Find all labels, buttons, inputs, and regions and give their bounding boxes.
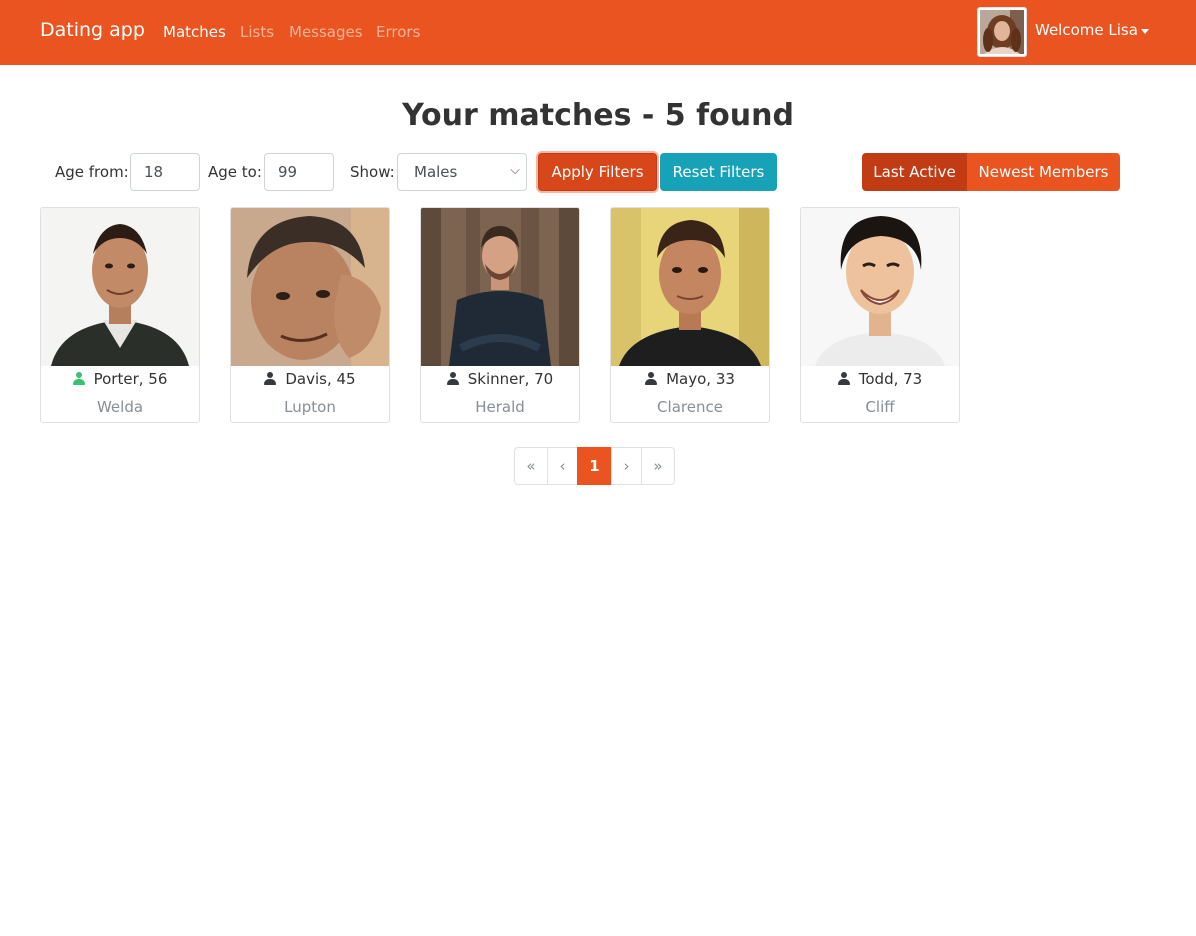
member-card[interactable]: Skinner, 70 Herald [420,207,580,423]
brand-link[interactable]: Dating app [40,19,145,41]
gender-select-value: Males [414,163,458,181]
pagination-page-1[interactable]: 1 [577,447,612,485]
page-title: Your matches - 5 found [402,98,794,133]
member-card[interactable]: Todd, 73 Cliff [800,207,960,423]
pagination-last-button[interactable]: » [641,447,675,485]
user-avatar[interactable] [977,7,1027,57]
member-name: Davis, 45 [231,370,389,388]
member-city: Herald [475,398,525,416]
member-name-text: Porter, 56 [93,370,168,388]
user-icon-online [72,372,85,385]
member-city: Lupton [284,398,336,416]
member-name-text: Todd, 73 [858,370,923,388]
age-from-input[interactable]: 18 [130,153,200,191]
pagination-next-button[interactable]: › [611,447,642,485]
member-name: Todd, 73 [801,370,959,388]
member-city: Welda [96,398,144,416]
avatar-photo [980,10,1024,54]
member-city: Clarence [657,398,723,416]
nav-link-lists[interactable]: Lists [240,23,274,41]
member-name-text: Mayo, 33 [666,370,735,388]
welcome-dropdown[interactable]: Welcome Lisa [1035,21,1138,39]
member-name: Porter, 56 [41,370,199,388]
member-name: Skinner, 70 [421,370,579,388]
user-icon [645,372,658,385]
member-name: Mayo, 33 [611,370,769,388]
age-to-input[interactable]: 99 [264,153,334,191]
member-name-text: Davis, 45 [285,370,356,388]
user-icon [446,372,459,385]
dropdown-caret-icon[interactable] [1141,29,1149,34]
member-city: Cliff [865,398,895,416]
apply-filters-button[interactable]: Apply Filters [538,153,657,191]
sort-newest-members-button[interactable]: Newest Members [967,153,1120,191]
age-from-label: Age from: [55,163,129,181]
member-photo [801,208,959,366]
nav-link-errors[interactable]: Errors [376,23,420,41]
nav-link-messages[interactable]: Messages [289,23,363,41]
member-photo [41,208,199,366]
member-photo [421,208,579,366]
gender-select[interactable]: Males ⌵ [397,153,527,191]
sort-button-group: Last Active Newest Members [862,153,1120,191]
pagination-first-button[interactable]: « [514,447,548,485]
member-photo [611,208,769,366]
member-card[interactable]: Davis, 45 Lupton [230,207,390,423]
pagination: « ‹ 1 › » [514,447,675,485]
pagination-prev-button[interactable]: ‹ [547,447,578,485]
member-card[interactable]: Mayo, 33 Clarence [610,207,770,423]
show-label: Show: [350,163,395,181]
member-photo [231,208,389,366]
chevron-down-icon: ⌵ [510,163,520,178]
user-icon [837,372,850,385]
navbar: Dating app Matches Lists Messages Errors… [0,0,1196,65]
nav-link-matches[interactable]: Matches [163,23,226,41]
age-to-label: Age to: [208,163,262,181]
user-icon [264,372,277,385]
reset-filters-button[interactable]: Reset Filters [660,153,777,191]
member-name-text: Skinner, 70 [467,370,554,388]
member-card[interactable]: Porter, 56 Welda [40,207,200,423]
sort-last-active-button[interactable]: Last Active [862,153,967,191]
